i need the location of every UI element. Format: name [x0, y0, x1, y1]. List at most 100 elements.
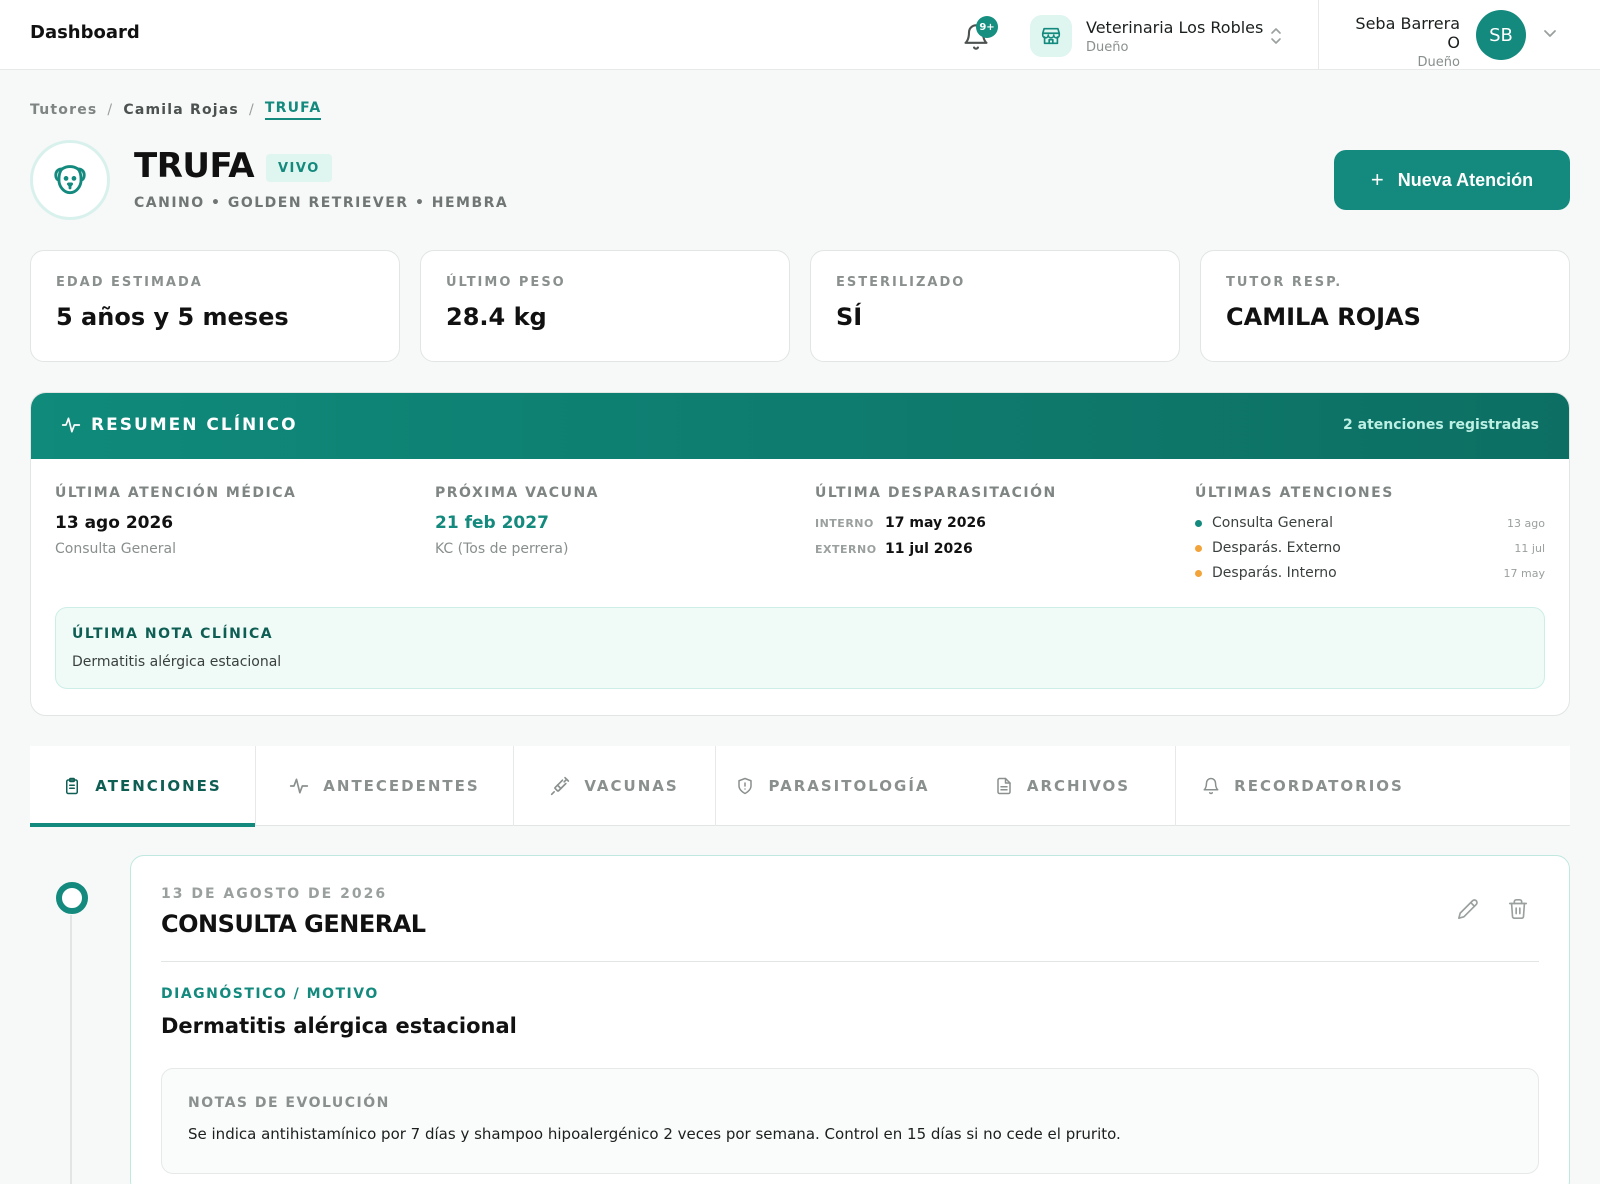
chevron-updown-icon	[1271, 28, 1281, 44]
app-title[interactable]: Dashboard	[30, 22, 140, 43]
stat-value: CAMILA ROJAS	[1226, 303, 1421, 331]
tab-parasitologia[interactable]: PARASITOLOGÍA	[716, 746, 950, 826]
list-item[interactable]: Consulta General 13 ago	[1195, 515, 1545, 531]
breadcrumb-separator: /	[248, 102, 255, 118]
plus-icon: +	[1370, 167, 1384, 192]
stat-card-weight: ÚLTIMO PESO 28.4 kg	[420, 250, 790, 362]
timeline-line	[70, 915, 72, 1184]
next-vaccine-detail: KC (Tos de perrera)	[435, 541, 569, 557]
activity-icon	[61, 417, 81, 433]
stat-value: 28.4 kg	[446, 303, 547, 331]
stat-card-tutor: TUTOR RESP. CAMILA ROJAS	[1200, 250, 1570, 362]
tab-label: RECORDATORIOS	[1234, 777, 1404, 795]
clinic-switcher[interactable]: Veterinaria Los Robles Dueño	[1030, 14, 1281, 58]
list-item-name: Desparás. Externo	[1212, 540, 1341, 556]
tab-archivos[interactable]: ARCHIVOS	[950, 746, 1176, 826]
topbar-divider	[1318, 0, 1319, 70]
status-badge: VIVO	[266, 154, 332, 182]
note-label: ÚLTIMA NOTA CLÍNICA	[72, 626, 274, 642]
next-vaccine-column: PRÓXIMA VACUNA 21 feb 2027 KC (Tos de pe…	[435, 485, 599, 557]
tab-vacunas[interactable]: VACUNAS	[514, 746, 716, 826]
clipboard-icon	[63, 776, 81, 796]
activity-icon	[289, 776, 309, 796]
deworming-row: INTERNO 17 may 2026	[815, 515, 1057, 531]
breadcrumb-current: TRUFA	[264, 100, 322, 120]
clinical-summary-title: RESUMEN CLÍNICO	[91, 415, 298, 435]
column-label: PRÓXIMA VACUNA	[435, 485, 600, 501]
column-label: ÚLTIMA DESPARASITACIÓN	[815, 485, 1057, 501]
tab-atenciones[interactable]: ATENCIONES	[30, 746, 256, 827]
user-name: Seba Barrera O	[1355, 14, 1460, 52]
syringe-icon	[550, 776, 570, 796]
last-clinical-note: ÚLTIMA NOTA CLÍNICA Dermatitis alérgica …	[55, 607, 1545, 689]
tab-recordatorios[interactable]: RECORDATORIOS	[1176, 746, 1430, 826]
user-role: Dueño	[1417, 55, 1460, 70]
clinic-name: Veterinaria Los Robles	[1086, 17, 1264, 37]
stat-card-sterilized: ESTERILIZADO SÍ	[810, 250, 1180, 362]
column-label: ÚLTIMAS ATENCIONES	[1195, 485, 1394, 501]
top-bar: Dashboard 9+ Veterinaria Los Robles Dueñ…	[0, 0, 1600, 70]
tab-label: ARCHIVOS	[1026, 777, 1131, 795]
stat-label: TUTOR RESP.	[1226, 275, 1343, 290]
recent-attentions-column: ÚLTIMAS ATENCIONES Consulta General 13 a…	[1195, 485, 1545, 581]
pet-subtitle: CANINO • GOLDEN RETRIEVER • HEMBRA	[134, 195, 509, 211]
notifications-badge: 9+	[976, 16, 998, 38]
deworming-row: EXTERNO 11 jul 2026	[815, 541, 1057, 557]
deworming-value: 11 jul 2026	[885, 541, 973, 557]
status-dot	[1195, 544, 1202, 552]
new-attention-label: Nueva Atención	[1397, 169, 1534, 190]
attention-count: 2 atenciones registradas	[1343, 417, 1539, 433]
stat-card-age: EDAD ESTIMADA 5 años y 5 meses	[30, 250, 400, 362]
list-item[interactable]: Desparás. Interno 17 may	[1195, 565, 1545, 581]
dog-icon	[54, 165, 86, 195]
deworming-key: EXTERNO	[815, 542, 877, 556]
chevron-down-icon[interactable]	[1542, 28, 1558, 40]
clinic-role: Dueño	[1086, 39, 1129, 55]
user-menu[interactable]: Seba Barrera O Dueño	[1340, 14, 1460, 70]
trash-icon[interactable]	[1507, 898, 1529, 920]
list-item-date: 13 ago	[1507, 516, 1545, 530]
attention-title: CONSULTA GENERAL	[161, 910, 426, 938]
stat-label: EDAD ESTIMADA	[56, 275, 203, 290]
list-item-date: 17 may	[1503, 566, 1545, 580]
page-title: TRUFA	[134, 146, 255, 186]
bell-icon	[1202, 776, 1220, 796]
stat-label: ESTERILIZADO	[836, 275, 966, 290]
notifications-button[interactable]: 9+	[962, 16, 998, 52]
evolution-notes: NOTAS DE EVOLUCIÓN Se indica antihistamí…	[161, 1068, 1539, 1174]
breadcrumb-tutor[interactable]: Camila Rojas	[123, 102, 239, 118]
tab-label: PARASITOLOGÍA	[768, 777, 930, 795]
new-attention-button[interactable]: + Nueva Atención	[1334, 150, 1570, 210]
avatar[interactable]: SB	[1476, 10, 1526, 60]
deworming-value: 17 may 2026	[885, 515, 986, 531]
file-icon	[995, 776, 1013, 796]
list-item[interactable]: Desparás. Externo 11 jul	[1195, 540, 1545, 556]
last-attention-detail: Consulta General	[55, 541, 176, 557]
list-item-name: Consulta General	[1212, 515, 1333, 531]
note-text: Dermatitis alérgica estacional	[72, 654, 282, 670]
tab-label: VACUNAS	[584, 777, 679, 795]
tab-antecedentes[interactable]: ANTECEDENTES	[256, 746, 514, 826]
list-item-name: Desparás. Interno	[1212, 565, 1337, 581]
list-item-date: 11 jul	[1514, 541, 1545, 555]
last-attention-column: ÚLTIMA ATENCIÓN MÉDICA 13 ago 2026 Consu…	[55, 485, 296, 557]
divider	[161, 961, 1539, 962]
timeline-dot	[56, 882, 88, 914]
tab-label: ANTECEDENTES	[323, 777, 480, 795]
diagnosis-text: Dermatitis alérgica estacional	[161, 1014, 517, 1038]
deworming-column: ÚLTIMA DESPARASITACIÓN INTERNO 17 may 20…	[815, 485, 1057, 557]
breadcrumb-separator: /	[107, 102, 114, 118]
stat-value: SÍ	[836, 303, 863, 331]
stat-label: ÚLTIMO PESO	[446, 275, 566, 290]
deworming-key: INTERNO	[815, 516, 874, 530]
tab-bar: ATENCIONES ANTECEDENTES VACUNAS PARASITO…	[30, 746, 1570, 827]
attention-card: 13 DE AGOSTO DE 2026 CONSULTA GENERAL DI…	[130, 855, 1570, 1184]
edit-icon[interactable]	[1457, 898, 1479, 920]
clinical-summary-card: RESUMEN CLÍNICO 2 atenciones registradas…	[30, 392, 1570, 716]
breadcrumb: Tutores / Camila Rojas / TRUFA	[30, 100, 322, 120]
breadcrumb-tutores[interactable]: Tutores	[30, 102, 97, 118]
tab-label: ATENCIONES	[95, 777, 222, 795]
clinical-summary-header: RESUMEN CLÍNICO 2 atenciones registradas	[31, 393, 1569, 459]
next-vaccine-date: 21 feb 2027	[435, 513, 549, 533]
notes-text: Se indica antihistamínico por 7 días y s…	[188, 1125, 1121, 1143]
